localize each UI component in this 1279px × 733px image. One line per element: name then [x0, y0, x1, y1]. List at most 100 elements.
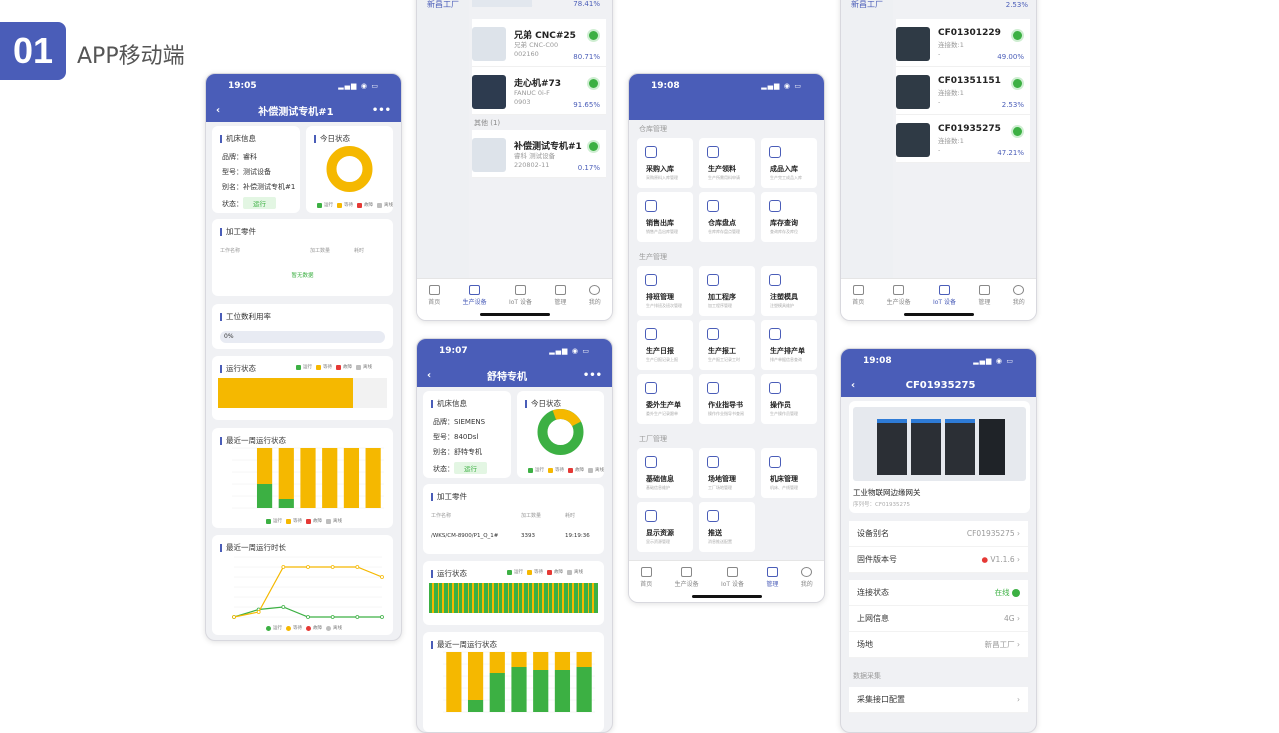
point-运行 — [330, 615, 335, 619]
back-icon[interactable]: ‹ — [427, 370, 431, 381]
menu-item[interactable]: 库存查询 查询库存及库位 — [761, 192, 817, 242]
row-connection[interactable]: 连接状态 在线 — [849, 580, 1028, 606]
gateway-card[interactable]: CF01301229 连接数:1- 49.00% — [896, 19, 1030, 67]
menu-item[interactable]: 加工程序 加工程序管理 — [699, 266, 755, 316]
sliders-icon — [766, 567, 778, 577]
page-title: 补偿测试专机#1 — [258, 106, 334, 118]
menu-item[interactable]: 场地管理 工厂场地管理 — [699, 448, 755, 498]
row-site[interactable]: 场地 新昌工厂 › — [849, 632, 1028, 658]
menu-item[interactable]: 排班管理 生产排班及班次管理 — [637, 266, 693, 316]
menu-item-label: 仓库盘点 — [708, 219, 736, 227]
menu-item-desc: 生产操作员管理 — [770, 411, 798, 416]
menu-item[interactable]: 基础信息 基础信息维护 — [637, 448, 693, 498]
home-icon — [852, 285, 864, 295]
run-state-card: 运行状态 运行 等待 故障 离线 — [423, 561, 604, 625]
legend-run: 运行 — [273, 626, 282, 631]
legend-wait: 等待 — [293, 626, 302, 631]
menu-item[interactable]: 销售出库 销售产品出库管理 — [637, 192, 693, 242]
utilization-card: 工位数利用率 0% — [212, 304, 393, 349]
menu-item[interactable]: 注塑模具 注塑模具维护 — [761, 266, 817, 316]
tab-management[interactable]: 管理 — [766, 567, 778, 602]
slide-number-badge: 01 — [0, 22, 66, 80]
brand-text: 品牌：SIEMENS — [433, 418, 486, 426]
phone-iot-device-list: 新昌工厂 2.53% CF01301229 连接数:1- 49.00% CF01… — [840, 0, 1037, 321]
device-card[interactable]: 补偿测试专机#1 睿科 测试设备 220802-11 0.17% — [472, 130, 606, 178]
menu-item[interactable]: 机床管理 机床、产线管理 — [761, 448, 817, 498]
more-icon[interactable]: ••• — [583, 370, 602, 381]
legend-off: 离线 — [363, 365, 372, 370]
bar-运行 — [278, 499, 294, 508]
online-status-dot — [1013, 79, 1022, 88]
menu-item[interactable]: 作业指导书 操作作业指导书查阅 — [699, 374, 755, 424]
tab-profile[interactable]: 我的 — [1013, 285, 1025, 320]
gateway-module-image — [979, 419, 1005, 475]
row-collect-config[interactable]: 采集接口配置 › — [849, 687, 1028, 713]
tab-home[interactable]: 首页 — [428, 285, 440, 320]
back-icon[interactable]: ‹ — [216, 105, 220, 116]
menu-item[interactable]: 生产报工 生产报工记录工时 — [699, 320, 755, 370]
point-等待 — [380, 575, 384, 579]
menu-item[interactable]: 采购入库 采购原料入库管理 — [637, 138, 693, 188]
signal-icons: ▂▄▆ ◉ ▭ — [761, 82, 802, 90]
tab-home[interactable]: 首页 — [852, 285, 864, 320]
device-card[interactable]: 兄弟 CNC#25 兄弟 CNC-C00 002160 80.71% — [472, 19, 606, 67]
gateway-pct: 2.53% — [1001, 101, 1024, 109]
gateway-card[interactable]: CF01351151 连接数:1- 2.53% — [896, 67, 1030, 115]
device-image — [472, 75, 506, 109]
menu-item[interactable]: 成品入库生产完工成品入库 — [761, 138, 817, 188]
menu-item-label: 委外生产单 — [646, 401, 681, 409]
menu-item-label: 加工程序 — [708, 293, 736, 301]
online-status-dot — [589, 142, 598, 151]
menu-item-label: 成品入库 — [770, 165, 798, 173]
row-value: 新昌工厂 — [984, 640, 1015, 649]
phone-gateway-detail: 19:08 ▂▄▆ ◉ ▭ ‹ CF01935275 工业物联网边缘网关 序列号：… — [840, 348, 1037, 733]
menu-item[interactable]: 生产排产单 排产单据信息查询 — [761, 320, 817, 370]
row-value: CF01935275 — [966, 529, 1015, 538]
tab-home[interactable]: 首页 — [640, 567, 652, 602]
today-donut — [326, 146, 373, 192]
menu-item[interactable]: 生产日报 生产日报记录上报 — [637, 320, 693, 370]
menu-item-icon — [769, 274, 781, 286]
phone-machine-detail-1: 19:05 ▂▄▆ ◉ ▭ ‹ 补偿测试专机#1 ••• 机床信息 品牌：睿科 型… — [205, 73, 402, 641]
legend-fault: 故障 — [554, 570, 563, 575]
tab-label: 首页 — [640, 581, 653, 588]
col-time: 耗时 — [354, 248, 365, 254]
tab-profile[interactable]: 我的 — [801, 567, 813, 602]
week-state-card: 最近一周运行状态 运行 等待 故障 离线 — [212, 428, 393, 528]
tab-management[interactable]: 管理 — [978, 285, 990, 320]
point-运行 — [380, 615, 384, 619]
menu-item[interactable]: 显示资源 显示资源管理 — [637, 502, 693, 552]
gateway-card[interactable]: CF01935275 连接数:1- 47.21% — [896, 115, 1030, 163]
tab-management[interactable]: 管理 — [554, 285, 566, 320]
menu-group-title: 工厂管理 — [639, 435, 667, 443]
row-value: 在线 — [994, 588, 1010, 597]
bar-等待 — [446, 652, 462, 712]
row-firmware[interactable]: 固件版本号 ● V1.1.6 › — [849, 547, 1028, 573]
row-device-alias[interactable]: 设备别名 CF01935275 › — [849, 521, 1028, 547]
week-state-card: 最近一周运行状态 — [423, 632, 604, 732]
menu-item-desc: 生产完工成品入库 — [770, 175, 802, 180]
point-等待 — [281, 565, 286, 569]
page-title: 舒特专机 — [486, 371, 527, 383]
more-icon[interactable]: ••• — [372, 105, 391, 116]
point-等待 — [355, 565, 360, 569]
home-indicator — [903, 313, 974, 316]
menu-item[interactable]: 操作员 生产操作员管理 — [761, 374, 817, 424]
alias-text: 别名：舒特专机 — [433, 448, 482, 456]
menu-item[interactable]: 委外生产单 委外生产记录跟单 — [637, 374, 693, 424]
menu-item-label: 采购入库 — [646, 165, 674, 173]
legend-wait: 等待 — [344, 203, 353, 208]
device-card[interactable]: 走心机#73 FANUC 0i-F 0903 91.65% — [472, 67, 606, 115]
machine-icon — [681, 567, 693, 577]
row-network[interactable]: 上网信息 4G › — [849, 606, 1028, 632]
back-icon[interactable]: ‹ — [851, 380, 855, 391]
menu-item[interactable]: 仓库盘点 仓库库存盘点管理 — [699, 192, 755, 242]
tab-profile[interactable]: 我的 — [589, 285, 601, 320]
sidebar-factory[interactable]: 新昌工厂 — [427, 0, 459, 10]
legend-off: 离线 — [333, 519, 342, 524]
menu-item[interactable]: 生产领料 生产所需用料申请 — [699, 138, 755, 188]
sidebar-factory[interactable]: 新昌工厂 — [851, 0, 883, 10]
group-label-other: 其他 (1) — [474, 119, 501, 127]
section-title: 机床信息 — [431, 398, 467, 409]
menu-item[interactable]: 推送 消息推送配置 — [699, 502, 755, 552]
